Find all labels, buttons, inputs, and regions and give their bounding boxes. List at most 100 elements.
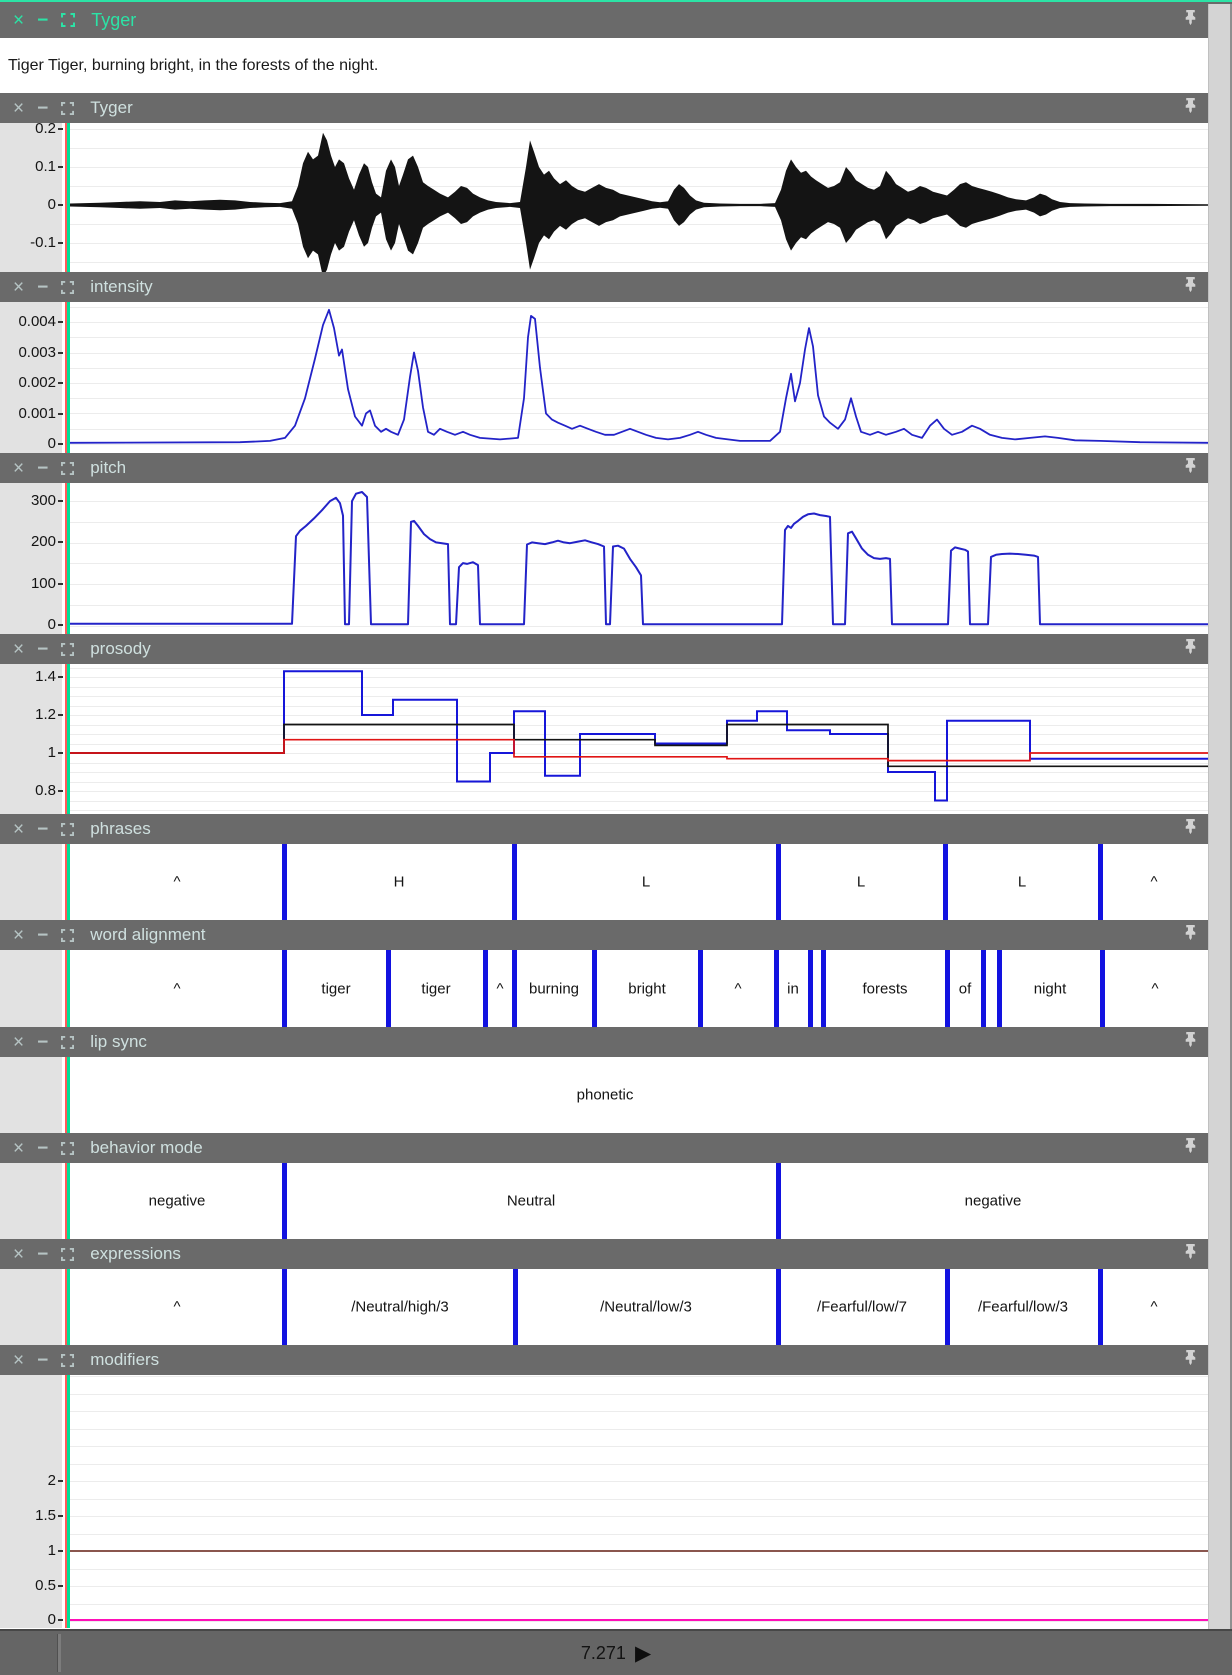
- segment-boundary[interactable]: [513, 1269, 518, 1345]
- segment-boundary[interactable]: [282, 844, 287, 920]
- maximize-icon[interactable]: [61, 1354, 74, 1367]
- tempo-curve: [70, 725, 1208, 767]
- maximize-icon[interactable]: [61, 823, 74, 836]
- minimize-icon[interactable]: −: [37, 278, 48, 297]
- timeline-bar[interactable]: 7.271 ▶: [0, 1629, 1232, 1675]
- y-tick-mark: [58, 1619, 63, 1621]
- segment-boundary[interactable]: [945, 1269, 950, 1345]
- segment-boundary[interactable]: [698, 950, 703, 1027]
- playback-cursor[interactable]: [67, 1163, 70, 1239]
- pin-icon[interactable]: [1183, 10, 1198, 31]
- gridline: [70, 1411, 1208, 1412]
- segment-boundary[interactable]: [282, 1269, 287, 1345]
- playback-cursor[interactable]: [67, 302, 70, 453]
- playback-cursor[interactable]: [67, 1057, 70, 1133]
- maximize-icon[interactable]: [61, 643, 74, 656]
- close-icon[interactable]: ×: [13, 1245, 24, 1264]
- segment-boundary[interactable]: [483, 950, 488, 1027]
- segment-boundary[interactable]: [776, 1269, 781, 1345]
- minimize-icon[interactable]: −: [37, 820, 48, 839]
- segment-boundary[interactable]: [282, 950, 287, 1027]
- panel-header-modifiers: ×−modifiers: [0, 1345, 1232, 1375]
- modifier-line-one[interactable]: [70, 1550, 1208, 1552]
- y-tick-mark: [58, 624, 63, 626]
- maximize-icon[interactable]: [61, 281, 74, 294]
- segment-boundary[interactable]: [386, 950, 391, 1027]
- segment-boundary[interactable]: [774, 950, 779, 1027]
- pin-icon[interactable]: [1183, 98, 1198, 119]
- pin-icon[interactable]: [1183, 1032, 1198, 1053]
- segment-boundary[interactable]: [808, 950, 813, 1027]
- segment-boundary[interactable]: [1100, 950, 1105, 1027]
- playback-cursor[interactable]: [67, 1269, 70, 1345]
- segment-boundary[interactable]: [821, 950, 826, 1027]
- playback-cursor[interactable]: [67, 483, 70, 634]
- pin-icon[interactable]: [1183, 819, 1198, 840]
- segment-boundary[interactable]: [776, 844, 781, 920]
- y-tick-label: 1.2: [0, 706, 56, 723]
- pin-icon[interactable]: [1183, 925, 1198, 946]
- intensity-plot[interactable]: [70, 302, 1208, 453]
- pitch-plot[interactable]: [70, 483, 1208, 634]
- maximize-icon[interactable]: [61, 929, 74, 942]
- maximize-icon[interactable]: [61, 1036, 74, 1049]
- segment-label: burning: [529, 980, 579, 997]
- close-icon[interactable]: ×: [13, 459, 24, 478]
- vertical-scrollbar[interactable]: [1208, 4, 1232, 1631]
- segment-boundary[interactable]: [1098, 844, 1103, 920]
- segment-boundary[interactable]: [282, 1163, 287, 1239]
- segment-label: ^: [1151, 980, 1158, 997]
- pin-icon[interactable]: [1183, 458, 1198, 479]
- segment-boundary[interactable]: [592, 950, 597, 1027]
- minimize-icon[interactable]: −: [37, 1351, 48, 1370]
- play-button[interactable]: ▶: [635, 1643, 651, 1664]
- minimize-icon[interactable]: −: [37, 459, 48, 478]
- minimize-icon[interactable]: −: [37, 99, 48, 118]
- close-icon[interactable]: ×: [13, 99, 24, 118]
- playback-cursor[interactable]: [67, 950, 70, 1027]
- minimize-icon[interactable]: −: [37, 640, 48, 659]
- maximize-icon[interactable]: [61, 1248, 74, 1261]
- segment-boundary[interactable]: [512, 844, 517, 920]
- playback-cursor[interactable]: [67, 1375, 70, 1628]
- pin-icon[interactable]: [1183, 1350, 1198, 1371]
- pin-icon[interactable]: [1183, 639, 1198, 660]
- playback-cursor[interactable]: [67, 664, 70, 814]
- minimize-icon[interactable]: −: [37, 926, 48, 945]
- segment-label: bright: [628, 980, 666, 997]
- maximize-icon[interactable]: [61, 1142, 74, 1155]
- segment-boundary[interactable]: [512, 950, 517, 1027]
- minimize-icon[interactable]: −: [37, 1139, 48, 1158]
- minimize-icon[interactable]: −: [37, 11, 48, 30]
- pin-icon[interactable]: [1183, 1138, 1198, 1159]
- y-tick-mark: [58, 714, 63, 716]
- playback-cursor[interactable]: [67, 123, 70, 272]
- maximize-icon[interactable]: [61, 13, 75, 27]
- waveform-plot[interactable]: [70, 123, 1208, 272]
- prosody-plot[interactable]: [70, 664, 1208, 814]
- close-icon[interactable]: ×: [13, 1139, 24, 1158]
- playback-cursor[interactable]: [67, 844, 70, 920]
- segment-boundary[interactable]: [981, 950, 986, 1027]
- pin-icon[interactable]: [1183, 277, 1198, 298]
- close-icon[interactable]: ×: [13, 11, 24, 30]
- pin-icon[interactable]: [1183, 1244, 1198, 1265]
- close-icon[interactable]: ×: [13, 278, 24, 297]
- minimize-icon[interactable]: −: [37, 1245, 48, 1264]
- close-icon[interactable]: ×: [13, 926, 24, 945]
- segment-boundary[interactable]: [776, 1163, 781, 1239]
- close-icon[interactable]: ×: [13, 1033, 24, 1052]
- segment-label: phonetic: [577, 1087, 634, 1104]
- close-icon[interactable]: ×: [13, 820, 24, 839]
- maximize-icon[interactable]: [61, 462, 74, 475]
- close-icon[interactable]: ×: [13, 1351, 24, 1370]
- segment-boundary[interactable]: [945, 950, 950, 1027]
- maximize-icon[interactable]: [61, 102, 74, 115]
- segment-boundary[interactable]: [1098, 1269, 1103, 1345]
- modifier-line-zero[interactable]: [70, 1619, 1208, 1621]
- close-icon[interactable]: ×: [13, 640, 24, 659]
- segment-label: ^: [734, 980, 741, 997]
- segment-boundary[interactable]: [997, 950, 1002, 1027]
- minimize-icon[interactable]: −: [37, 1033, 48, 1052]
- segment-boundary[interactable]: [943, 844, 948, 920]
